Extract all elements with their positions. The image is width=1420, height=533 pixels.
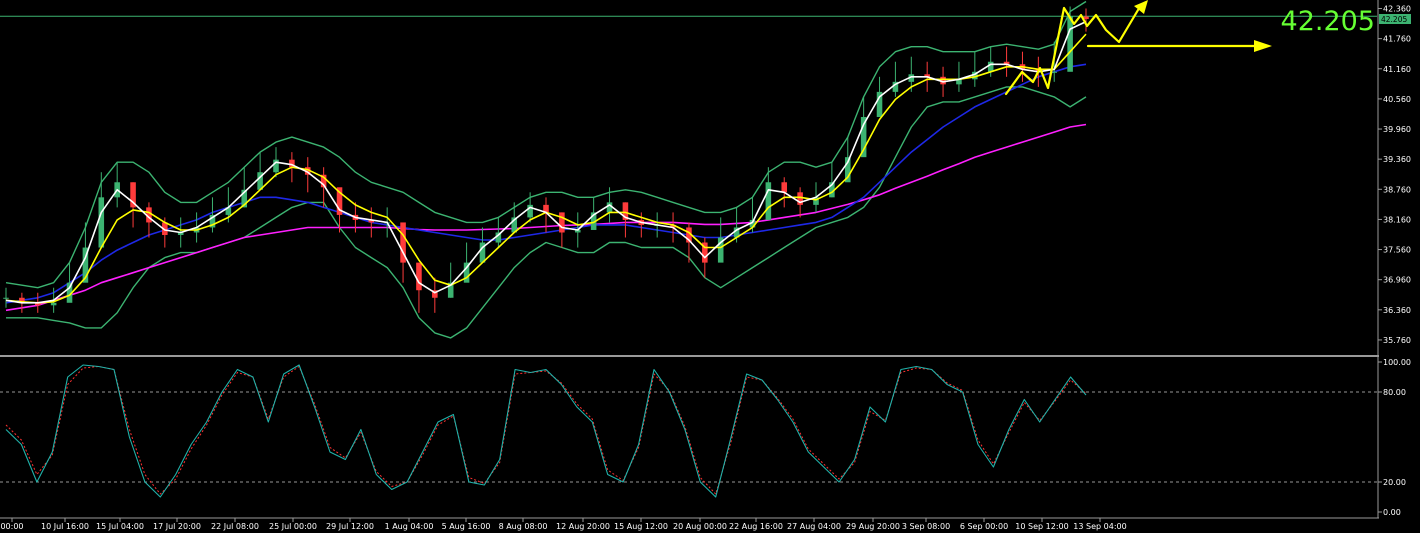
candle-body xyxy=(50,302,57,306)
time-tick-label: 27 Aug 04:00 xyxy=(787,522,841,531)
price-tick-label: 37.560 xyxy=(1383,246,1411,255)
time-tick-label: 29 Jul 12:00 xyxy=(326,522,374,531)
price-tick-label: 38.760 xyxy=(1383,185,1411,194)
current-price-big-label: 42.205 xyxy=(1281,6,1375,37)
price-tick-label: 40.560 xyxy=(1383,95,1411,104)
stoch-tick-label: 20.00 xyxy=(1383,478,1406,487)
time-tick-label: 22 Aug 16:00 xyxy=(729,522,783,531)
time-tick-label: 6 Sep 00:00 xyxy=(960,522,1008,531)
price-tick-label: 41.760 xyxy=(1383,35,1411,44)
time-tick-label: 12 Aug 20:00 xyxy=(556,522,610,531)
time-tick-label: 13 Sep 04:00 xyxy=(1073,522,1126,531)
candle-body xyxy=(559,212,565,233)
candle-body xyxy=(765,182,772,220)
current-price-tag: 42.205 xyxy=(1379,14,1411,24)
trading-chart[interactable]: 42.360 41.760 41.160 40.560 39.960 39.360 38.7… xyxy=(0,0,1420,533)
time-tick-label: 8 Aug 08:00 xyxy=(499,522,548,531)
time-tick-label: 3 Sep 08:00 xyxy=(902,522,950,531)
price-tick-label: 39.360 xyxy=(1383,155,1411,164)
time-tick-label: 15 Aug 12:00 xyxy=(614,522,668,531)
stoch-tick-label: 100.00 xyxy=(1383,358,1411,367)
time-tick-label: 10 Sep 12:00 xyxy=(1015,522,1068,531)
price-tick-label: 42.360 xyxy=(1383,5,1411,14)
time-tick-label: 20 Aug 00:00 xyxy=(673,522,727,531)
candle-body xyxy=(416,262,422,291)
chart-background xyxy=(0,0,1420,533)
price-tick-label: 38.160 xyxy=(1383,215,1411,224)
time-tick-label: 15 Jul 04:00 xyxy=(96,522,144,531)
price-tick-label: 35.760 xyxy=(1383,336,1411,345)
stoch-tick-label: 0.00 xyxy=(1383,508,1401,517)
time-tick-label: 10 Jul 16:00 xyxy=(41,522,89,531)
stoch-tick-label: 80.00 xyxy=(1383,388,1406,397)
candle-body xyxy=(781,182,788,193)
time-tick-label: 22 Jul 08:00 xyxy=(211,522,259,531)
time-tick-label: 1 Aug 04:00 xyxy=(385,522,434,531)
time-tick-label: 5 Aug 16:00 xyxy=(442,522,491,531)
price-tick-label: 41.160 xyxy=(1383,65,1411,74)
current-price-tag-label: 42.205 xyxy=(1381,15,1407,24)
candle-body xyxy=(987,61,994,72)
price-tick-label: 39.960 xyxy=(1383,125,1411,134)
time-tick-label: 25 Jul 00:00 xyxy=(269,522,317,531)
time-tick-label: 29 Aug 20:00 xyxy=(846,522,900,531)
candle-body xyxy=(1067,16,1073,72)
price-tick-label: 36.360 xyxy=(1383,306,1411,315)
time-tick-label: 17 Jul 20:00 xyxy=(153,522,201,531)
candle-body xyxy=(98,197,105,248)
price-tick-label: 36.960 xyxy=(1383,276,1411,285)
candle-body xyxy=(3,297,9,299)
time-tick-label: 00:00 xyxy=(0,522,23,531)
